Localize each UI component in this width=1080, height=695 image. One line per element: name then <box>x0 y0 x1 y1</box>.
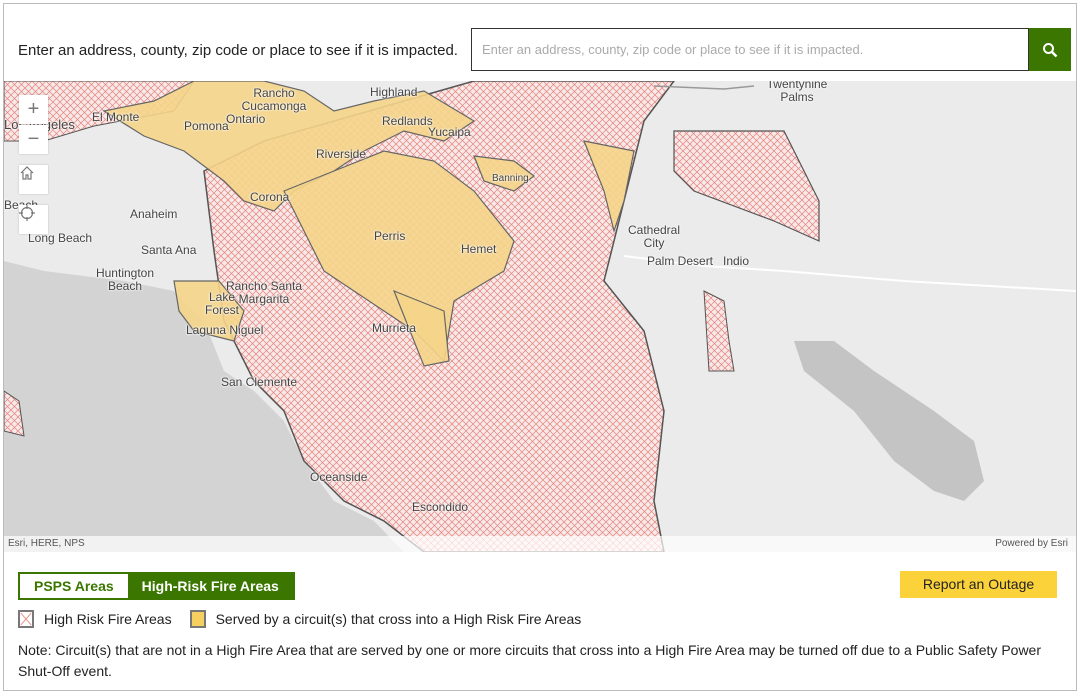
map-label: Corona <box>250 190 290 204</box>
map-label: Escondido <box>412 500 469 514</box>
hatch-swatch-icon <box>18 610 34 628</box>
search-icon <box>1043 42 1058 57</box>
plus-icon: + <box>27 98 40 120</box>
note-text: Note: Circuit(s) that are not in a High … <box>18 642 1042 679</box>
high-risk-area <box>673 130 820 242</box>
map-label: Anaheim <box>130 207 178 221</box>
zoom-out-button[interactable]: − <box>19 125 48 154</box>
map-label: Riverside <box>316 147 367 161</box>
map-label: Murrieta <box>372 321 417 335</box>
map-label: Oceanside <box>310 470 368 484</box>
map-legend: High Risk Fire Areas Served by a circuit… <box>18 610 581 628</box>
home-button[interactable] <box>19 165 48 194</box>
map-label: Lake Forest <box>204 290 239 317</box>
map-label: Santa Ana <box>141 243 197 257</box>
map-label: Redlands <box>382 114 433 128</box>
search-prompt: Enter an address, county, zip code or pl… <box>18 42 458 59</box>
map-view[interactable]: Twentynine Palms Rancho Cucamonga Highla… <box>4 81 1076 552</box>
map-label: Twentynine Palms <box>766 81 828 104</box>
powered-by-esri[interactable]: Powered by Esri <box>995 538 1068 549</box>
home-icon <box>20 166 34 180</box>
tab-psps-areas[interactable]: PSPS Areas <box>20 574 128 598</box>
map-label: Banning <box>492 173 529 184</box>
salton-sea <box>794 341 984 501</box>
map-label: Laguna Niguel <box>186 323 264 337</box>
map-label: Huntington Beach <box>95 266 155 293</box>
layer-tabs: PSPS Areas High-Risk Fire Areas <box>18 572 295 600</box>
map-label: Rancho Cucamonga <box>241 86 307 113</box>
map-label: Perris <box>374 229 406 243</box>
crosshair-icon <box>19 205 35 221</box>
locate-button[interactable] <box>19 205 48 234</box>
high-risk-area <box>703 290 735 372</box>
map-label: El Monte <box>92 110 140 124</box>
map-label: Pomona <box>184 119 229 133</box>
legend-high-risk-label: High Risk Fire Areas <box>44 611 172 627</box>
map-label: Yucaipa <box>428 125 471 139</box>
search-button[interactable] <box>1029 28 1071 71</box>
address-search-input[interactable] <box>471 28 1029 71</box>
map-label: Indio <box>723 254 750 268</box>
attribution-sources: Esri, HERE, NPS <box>8 538 85 549</box>
tab-high-risk-fire-areas[interactable]: High-Risk Fire Areas <box>127 574 293 598</box>
report-outage-button[interactable]: Report an Outage <box>900 571 1057 598</box>
map-label: Hemet <box>461 242 497 256</box>
map-label: Highland <box>370 85 418 99</box>
zoom-in-button[interactable]: + <box>19 95 48 124</box>
map-attribution: Esri, HERE, NPS Powered by Esri <box>4 536 1076 552</box>
minus-icon: − <box>27 128 40 150</box>
map-label: Cathedral City <box>627 223 681 250</box>
map-label: Ontario <box>226 112 266 126</box>
map-label: San Clemente <box>221 375 298 389</box>
served-swatch-icon <box>189 610 206 628</box>
map-label: Palm Desert <box>647 254 714 268</box>
legend-served-label: Served by a circuit(s) that cross into a… <box>215 611 582 627</box>
map-layers <box>4 81 1076 552</box>
